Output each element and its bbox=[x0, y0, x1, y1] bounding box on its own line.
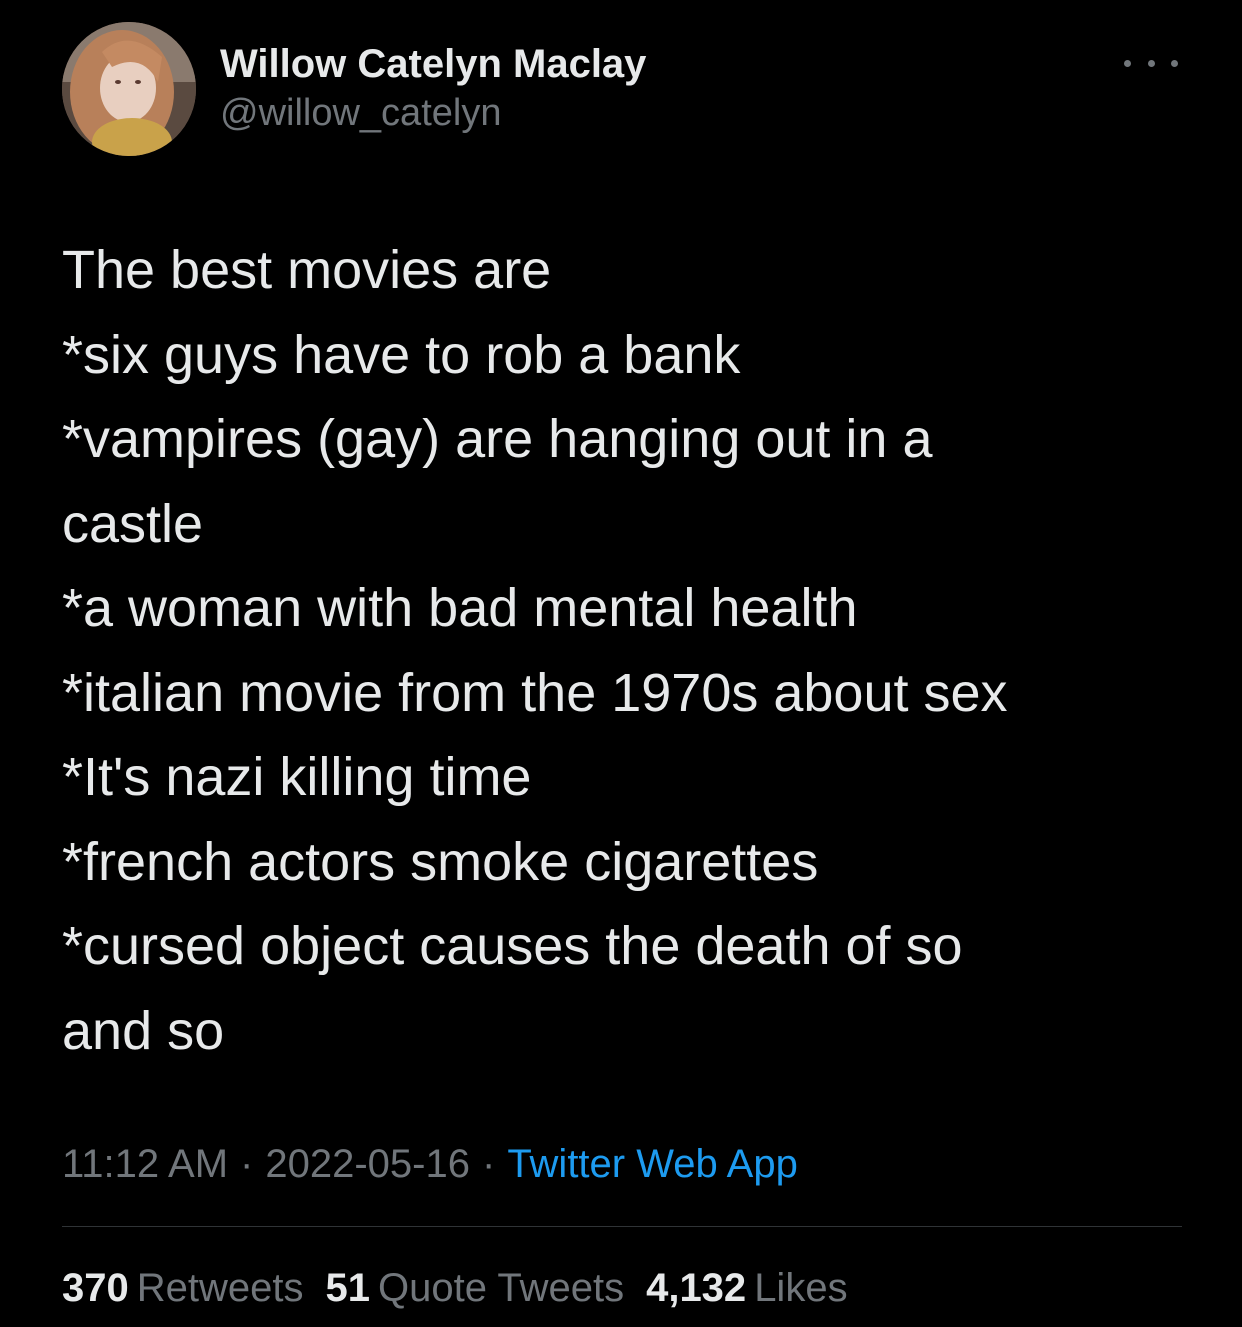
tweet-line: castle bbox=[62, 493, 204, 554]
likes-count: 4,132 bbox=[646, 1266, 747, 1310]
quote-tweets-count: 51 bbox=[325, 1266, 371, 1310]
tweet-line: *It's nazi killing time bbox=[62, 747, 532, 807]
tweet-source-link[interactable]: Twitter Web App bbox=[507, 1142, 798, 1186]
avatar[interactable] bbox=[62, 22, 196, 156]
dot bbox=[1171, 59, 1178, 67]
author-block: Willow Catelyn Maclay @willow_catelyn bbox=[220, 40, 646, 136]
tweet-line: *six guys have to rob a bank bbox=[62, 324, 741, 385]
tweet-detail: Willow Catelyn Maclay @willow_catelyn Th… bbox=[0, 0, 1242, 1327]
meta-separator: · bbox=[240, 1142, 254, 1186]
dot bbox=[1124, 59, 1131, 67]
divider bbox=[62, 1226, 1182, 1227]
tweet-time[interactable]: 11:12 AM bbox=[62, 1142, 228, 1186]
retweets-label: Retweets bbox=[136, 1266, 304, 1310]
tweet-stats: 370 Retweets 51 Quote Tweets 4,132 Likes bbox=[62, 1262, 870, 1314]
likes-label: Likes bbox=[754, 1266, 848, 1310]
tweet-line: *vampires (gay) are hanging out in a bbox=[62, 409, 933, 469]
author-handle[interactable]: @willow_catelyn bbox=[220, 90, 646, 136]
tweet-line: *french actors smoke cigarettes bbox=[62, 831, 819, 892]
tweet-date[interactable]: 2022-05-16 bbox=[265, 1142, 470, 1186]
tweet-text: The best movies are *six guys have to ro… bbox=[62, 228, 1202, 1073]
retweets-count: 370 bbox=[62, 1266, 129, 1310]
more-horizontal-icon[interactable] bbox=[1124, 50, 1178, 76]
quote-tweets-stat[interactable]: 51 Quote Tweets bbox=[326, 1262, 625, 1314]
author-display-name[interactable]: Willow Catelyn Maclay bbox=[220, 40, 646, 88]
tweet-line: *a woman with bad mental health bbox=[62, 578, 858, 638]
tweet-line: The best movies are bbox=[62, 240, 552, 300]
tweet-line: *cursed object causes the death of so bbox=[62, 916, 963, 976]
tweet-meta: 11:12 AM · 2022-05-16 · Twitter Web App bbox=[62, 1138, 798, 1190]
quote-tweets-label: Quote Tweets bbox=[378, 1266, 625, 1310]
retweets-stat[interactable]: 370 Retweets bbox=[62, 1262, 304, 1314]
dot bbox=[1147, 59, 1155, 67]
meta-separator: · bbox=[481, 1142, 496, 1186]
tweet-line: and so bbox=[62, 1000, 225, 1061]
avatar-photo bbox=[62, 22, 196, 156]
likes-stat[interactable]: 4,132 Likes bbox=[646, 1262, 848, 1314]
tweet-line: *italian movie from the 1970s about sex bbox=[62, 662, 1008, 723]
